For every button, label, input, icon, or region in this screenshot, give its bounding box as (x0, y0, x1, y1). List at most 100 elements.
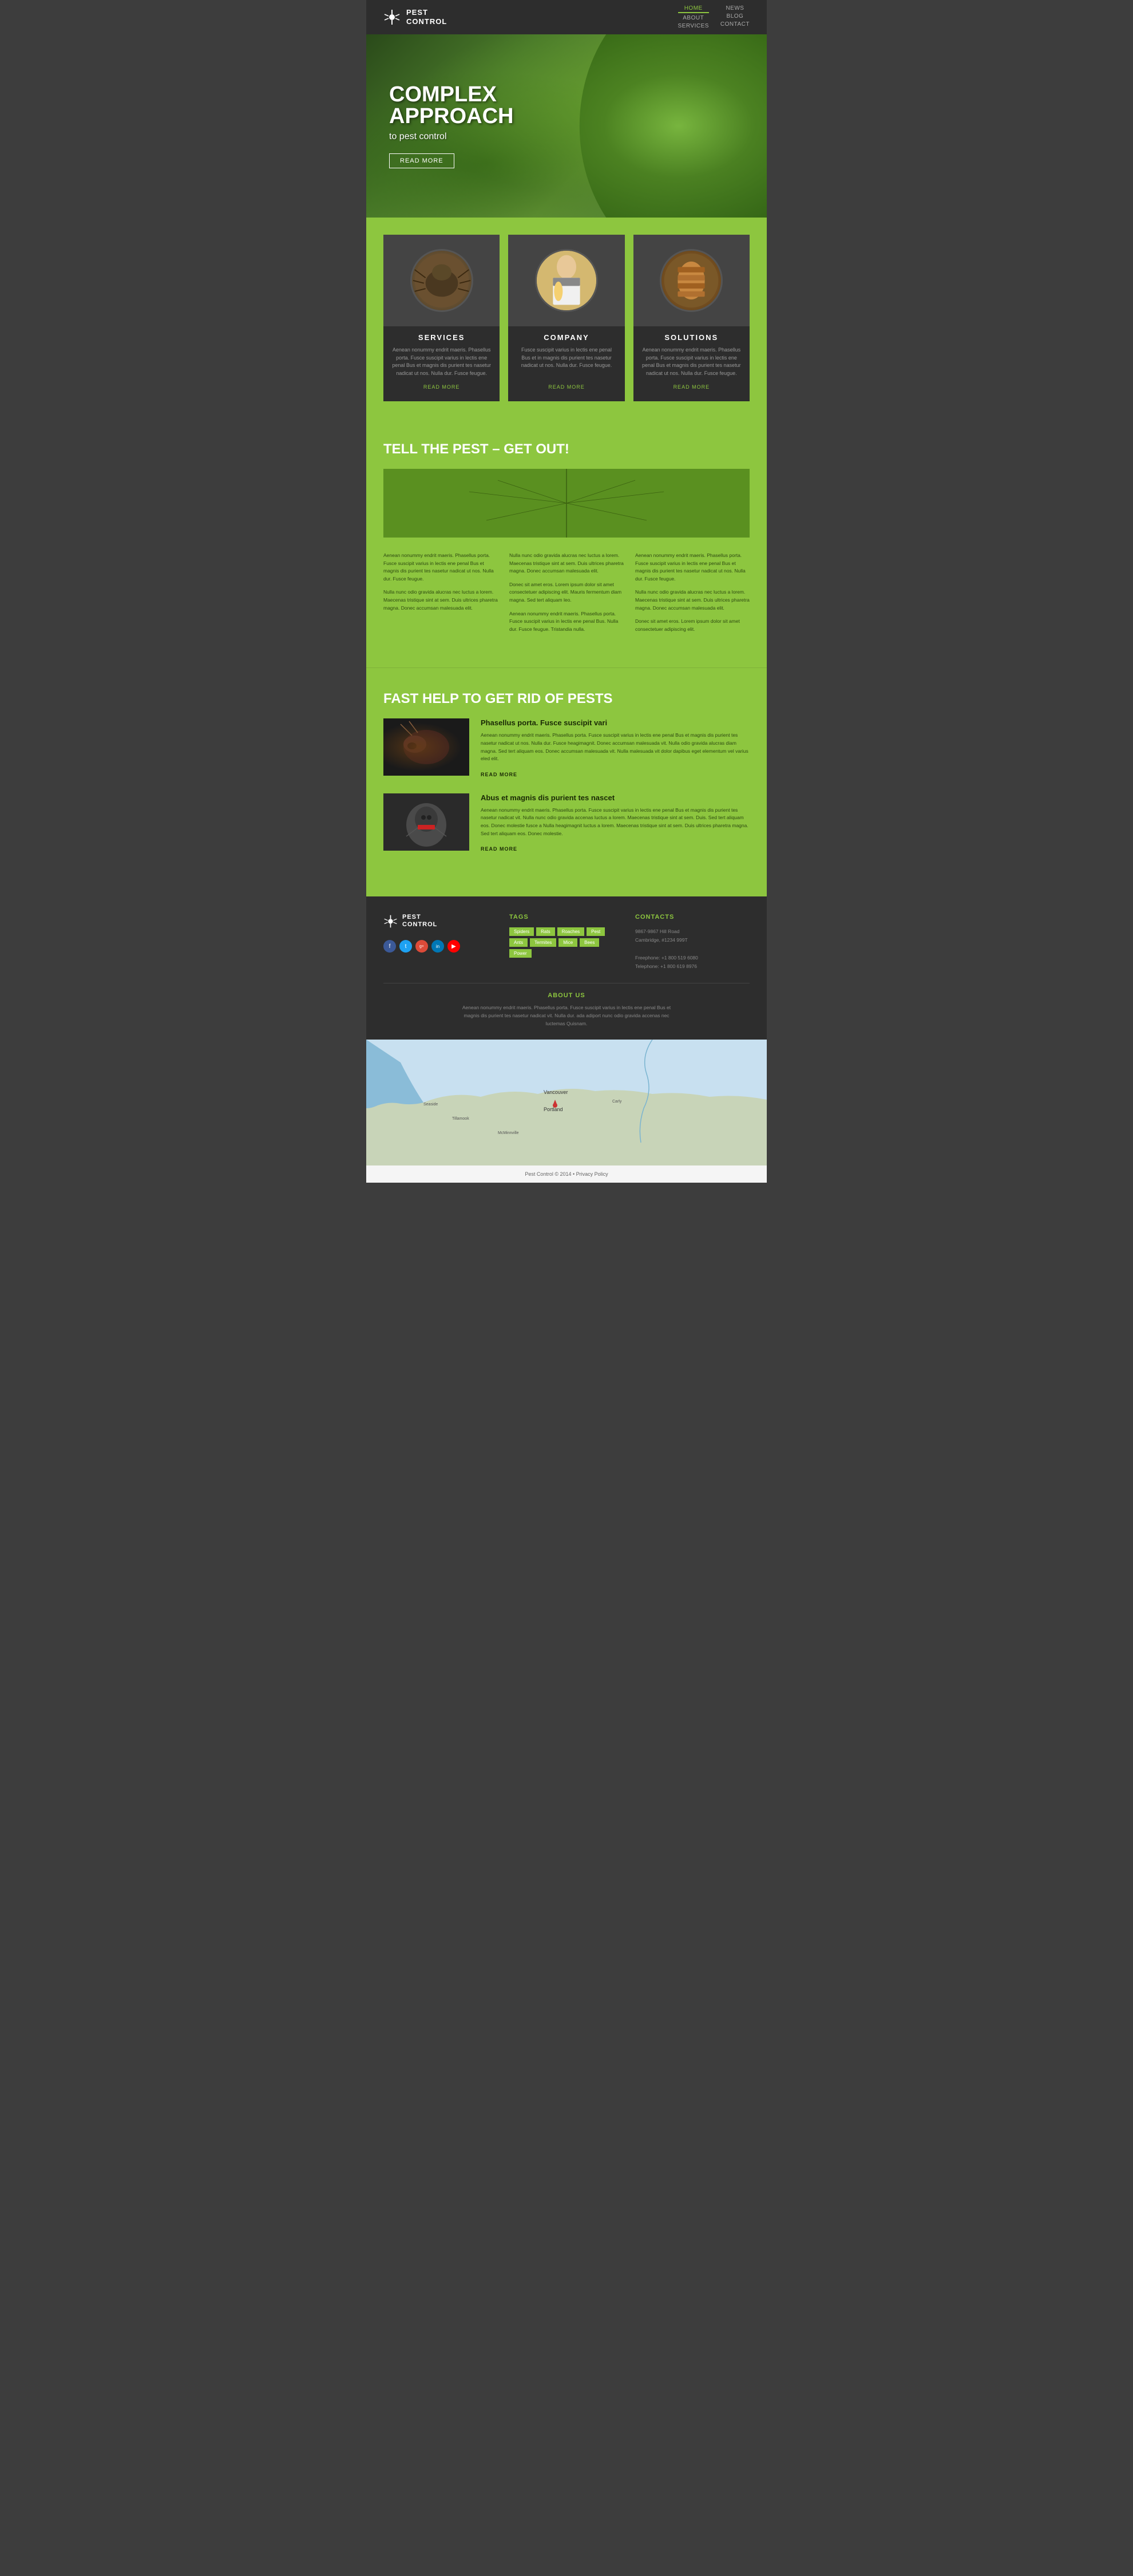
tag-termites[interactable]: Termites (530, 938, 556, 947)
text-col-2-p2: Donec sit amet eros. Lorem ipsum dolor s… (509, 581, 624, 605)
company-card: COMPANY Fusce suscipit varius in lectis … (508, 235, 624, 401)
solutions-card-title: SOLUTIONS (664, 333, 718, 342)
contacts-title: CONTACTS (635, 914, 750, 920)
footer-top: PEST CONTROL f t g+ in ▶ TAGS Spiders Ra… (383, 914, 750, 971)
solutions-card-image (633, 235, 750, 326)
nav-services[interactable]: SERVICES (678, 23, 709, 29)
hero-section: COMPLEX APPROACH to pest control READ MO… (366, 34, 767, 218)
logo[interactable]: PEST CONTROL (383, 8, 447, 26)
solutions-card-text: Aenean nonummy endrit maeris. Phasellus … (633, 346, 750, 377)
footer-logo-area: PEST CONTROL f t g+ in ▶ (383, 914, 498, 971)
svg-text:Vancouver: Vancouver (544, 1089, 568, 1095)
logo-text: PEST CONTROL (406, 8, 447, 26)
article-2: Abus et magnis dis purient tes nascet Ae… (383, 793, 750, 854)
nav-about[interactable]: ABOUT (678, 15, 709, 21)
main-nav: HOME ABOUT SERVICES NEWS BLOG CONTACT (678, 5, 750, 29)
footer-logo-icon (383, 914, 398, 929)
nav-news[interactable]: NEWS (720, 5, 750, 11)
contacts-freephone: Freephone: +1 800 519 6080 (635, 954, 750, 962)
footer-tags-col: TAGS Spiders Rats Roaches Pest Ants Term… (509, 914, 624, 971)
contacts-address: 9867-9867 Hill Road (635, 927, 750, 936)
article-2-title: Abus et magnis dis purient tes nascet (481, 793, 750, 802)
text-col-1-p1: Aenean nonummy endrit maeris. Phasellus … (383, 552, 498, 583)
company-card-title: COMPANY (544, 333, 589, 342)
leaf-image (383, 469, 750, 538)
social-linkedin[interactable]: in (431, 940, 444, 953)
hero-subtitle: to pest control (389, 132, 513, 142)
tag-pest[interactable]: Pest (587, 927, 605, 936)
contacts-telephone: Telephone: +1 800 619 8976 (635, 962, 750, 971)
text-col-2-p3: Aenean nonummy endrit maeris. Phasellus … (509, 610, 624, 634)
tag-roaches[interactable]: Roaches (557, 927, 585, 936)
tag-bees[interactable]: Bees (580, 938, 599, 947)
social-twitter[interactable]: t (399, 940, 412, 953)
article-1-read-more-button[interactable]: READ MORE (481, 772, 517, 777)
svg-text:Seaside: Seaside (423, 1103, 438, 1107)
hero-content: COMPLEX APPROACH to pest control READ MO… (366, 84, 536, 168)
article-1: Phasellus porta. Fusce suscipit vari Aen… (383, 718, 750, 779)
text-col-1-p2: Nulla nunc odio gravida alucras nec luct… (383, 588, 498, 612)
tags-grid: Spiders Rats Roaches Pest Ants Termites … (509, 927, 624, 958)
text-col-1: Aenean nonummy endrit maeris. Phasellus … (383, 552, 498, 639)
article-1-title: Phasellus porta. Fusce suscipit vari (481, 718, 750, 727)
map-svg: Vancouver Portland Tillamook Carly McMin… (366, 1040, 767, 1165)
text-col-3-p2: Nulla nunc odio gravida alucras nec luct… (635, 588, 750, 612)
copyright-text: Pest Control © 2014 • Privacy Policy (525, 1171, 608, 1177)
article-1-image (383, 718, 469, 776)
social-youtube[interactable]: ▶ (447, 940, 460, 953)
copyright-bar: Pest Control © 2014 • Privacy Policy (366, 1165, 767, 1183)
site-header: PEST CONTROL HOME ABOUT SERVICES NEWS BL… (366, 0, 767, 34)
text-col-3: Aenean nonummy endrit maeris. Phasellus … (635, 552, 750, 639)
cards-grid: SERVICES Aenean nonummy endrit maeris. P… (383, 235, 750, 401)
tell-pest-title: TELL THE PEST – GET OUT! (383, 441, 750, 457)
nav-blog[interactable]: BLOG (720, 13, 750, 19)
tag-rats[interactable]: Rats (536, 927, 554, 936)
tag-power[interactable]: Power (509, 949, 532, 958)
nav-home[interactable]: HOME (678, 5, 709, 13)
social-facebook[interactable]: f (383, 940, 396, 953)
footer-contacts-col: CONTACTS 9867-9867 Hill Road Cambridge, … (635, 914, 750, 971)
tag-spiders[interactable]: Spiders (509, 927, 534, 936)
svg-text:Carly: Carly (612, 1100, 622, 1104)
map-section[interactable]: Vancouver Portland Tillamook Carly McMin… (366, 1040, 767, 1165)
solutions-bug-image (660, 249, 723, 312)
article-1-content: Phasellus porta. Fusce suscipit vari Aen… (481, 718, 750, 779)
svg-text:Portland: Portland (544, 1107, 563, 1112)
hero-read-more-button[interactable]: READ MORE (389, 153, 454, 168)
logo-icon (383, 9, 401, 26)
company-card-text: Fusce suscipit varius in lectis ene pena… (508, 346, 624, 370)
fast-help-section: FAST HELP TO GET RID OF PESTS Phasellus … (366, 667, 767, 896)
article-2-content: Abus et magnis dis purient tes nascet Ae… (481, 793, 750, 854)
svg-text:Tillamook: Tillamook (452, 1117, 469, 1121)
services-card-image (383, 235, 500, 326)
fast-help-title: FAST HELP TO GET RID OF PESTS (383, 691, 750, 707)
nav-col-2: NEWS BLOG CONTACT (720, 5, 750, 27)
tag-mice[interactable]: Mice (558, 938, 577, 947)
social-google-plus[interactable]: g+ (415, 940, 428, 953)
services-bug-image (410, 249, 473, 312)
company-card-image (508, 235, 624, 326)
solutions-read-more-button[interactable]: READ MORE (674, 384, 710, 390)
company-read-more-button[interactable]: READ MORE (548, 384, 585, 390)
svg-text:McMinnville: McMinnville (498, 1131, 519, 1135)
text-col-2: Nulla nunc odio gravida alucras nec luct… (509, 552, 624, 639)
tell-pest-text-columns: Aenean nonummy endrit maeris. Phasellus … (383, 552, 750, 639)
site-footer: PEST CONTROL f t g+ in ▶ TAGS Spiders Ra… (366, 896, 767, 1040)
article-1-text: Aenean nonummy endrit maeris. Phasellus … (481, 732, 750, 762)
text-col-3-p3: Donec sit amet eros. Lorem ipsum dolor s… (635, 618, 750, 633)
nav-col-1: HOME ABOUT SERVICES (678, 5, 709, 29)
text-col-3-p1: Aenean nonummy endrit maeris. Phasellus … (635, 552, 750, 583)
tag-ants[interactable]: Ants (509, 938, 528, 947)
tell-pest-section: TELL THE PEST – GET OUT! Aenean nonummy … (366, 418, 767, 667)
footer-logo-text: PEST CONTROL (402, 914, 437, 929)
article-2-image (383, 793, 469, 851)
footer-logo-row: PEST CONTROL (383, 914, 498, 929)
company-worker-image (535, 249, 598, 312)
services-card: SERVICES Aenean nonummy endrit maeris. P… (383, 235, 500, 401)
nav-contact[interactable]: CONTACT (720, 21, 750, 27)
contacts-city: Cambridge, #1234 999T (635, 936, 750, 945)
hero-title: COMPLEX APPROACH (389, 84, 513, 127)
article-2-read-more-button[interactable]: READ MORE (481, 846, 517, 852)
services-read-more-button[interactable]: READ MORE (423, 384, 460, 390)
article-2-text: Aenean nonummy endrit maeris. Phasellus … (481, 807, 750, 837)
